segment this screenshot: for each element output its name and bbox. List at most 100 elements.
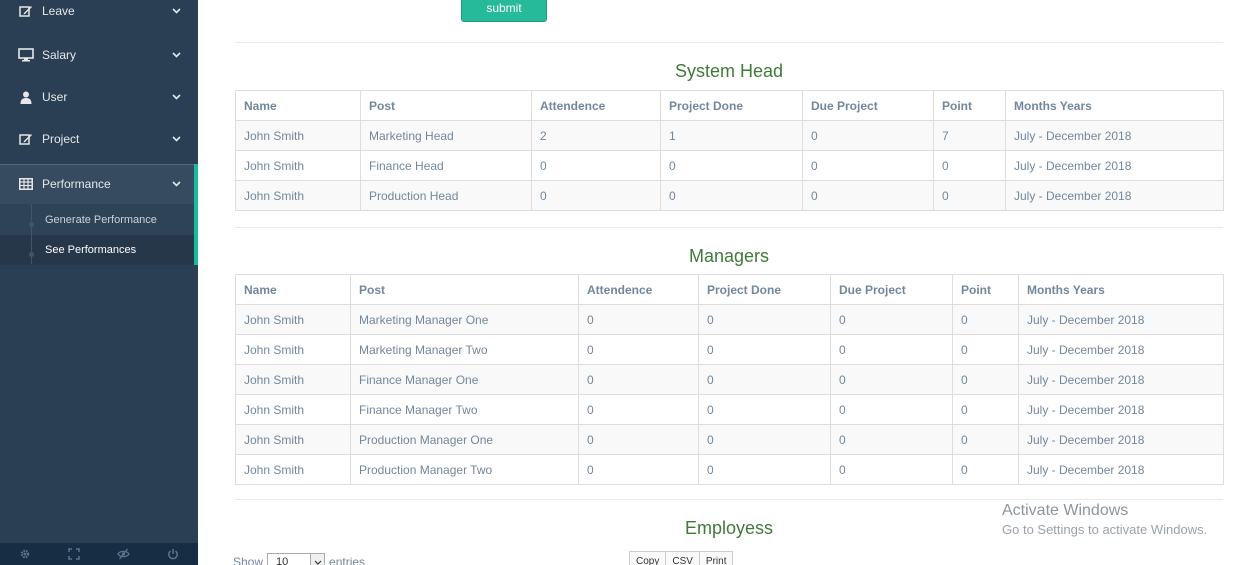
- table-cell: John Smith: [235, 180, 361, 211]
- table-cell: John Smith: [235, 424, 351, 455]
- table-cell: July - December 2018: [1018, 304, 1224, 335]
- sidebar-item-salary[interactable]: Salary: [0, 36, 198, 74]
- section-title-system-head: System Head: [674, 61, 784, 81]
- table-row: John Smith Finance Head 0 0 0 0 July - Decembe…: [235, 150, 1224, 181]
- table-cell: 0: [952, 454, 1019, 485]
- sidebar-item-performance[interactable]: Performance: [0, 164, 198, 204]
- submenu-item-see-performances[interactable]: See Performances: [0, 235, 194, 265]
- chevron-down-icon: [170, 52, 182, 58]
- table-cell: July - December 2018: [1018, 394, 1224, 425]
- entries-select-value: 10: [276, 556, 289, 565]
- print-button[interactable]: Print: [698, 551, 734, 565]
- submenu-dot: [29, 222, 34, 227]
- table-cell: Production Manager Two: [350, 454, 579, 485]
- table-cell: Finance Manager Two: [350, 394, 579, 425]
- table-row: John Smith Production Head 0 0 0 0 July - Dece…: [235, 180, 1224, 211]
- table-cell: John Smith: [235, 304, 351, 335]
- table-cell: John Smith: [235, 150, 361, 181]
- column-header: Post: [360, 90, 532, 121]
- entries-select[interactable]: 10: [267, 553, 326, 565]
- table-cell: 0: [578, 454, 699, 485]
- table-row: John Smith Marketing Manager Two 0 0 0 0 July …: [235, 334, 1224, 365]
- table-cell: 0: [698, 394, 831, 425]
- watermark-subtitle: Go to Settings to activate Windows.: [1002, 522, 1208, 537]
- table-cell: 0: [830, 304, 953, 335]
- table-cell: John Smith: [235, 334, 351, 365]
- table-cell: 0: [952, 334, 1019, 365]
- table-cell: Production Head: [360, 180, 532, 211]
- gear-icon[interactable]: [0, 543, 50, 565]
- table-cell: 0: [802, 120, 934, 151]
- table-cell: 0: [830, 364, 953, 395]
- table-cell: 0: [830, 334, 953, 365]
- column-header: Due Project: [802, 90, 934, 121]
- entries-label: entries: [329, 555, 366, 565]
- table-cell: 0: [933, 180, 1006, 211]
- table-cell: July - December 2018: [1005, 150, 1224, 181]
- table-row: John Smith Production Manager Two 0 0 0 0 July…: [235, 454, 1224, 485]
- table-cell: 0: [952, 364, 1019, 395]
- column-header: Post: [350, 274, 579, 305]
- table-row: John Smith Production Manager One 0 0 0 0 July…: [235, 424, 1224, 455]
- sidebar-item-project[interactable]: Project: [0, 120, 198, 158]
- edit-icon: [16, 4, 36, 18]
- table-cell: July - December 2018: [1018, 454, 1224, 485]
- sidebar-item-label: Salary: [42, 48, 77, 62]
- section-title-managers: Managers: [688, 246, 770, 266]
- table-row: John Smith Finance Manager One 0 0 0 0 July - …: [235, 364, 1224, 395]
- table-cell: 0: [830, 454, 953, 485]
- table-cell: 0: [531, 180, 661, 211]
- table-cell: 0: [802, 150, 934, 181]
- table-cell: July - December 2018: [1005, 120, 1224, 151]
- sidebar-item-leave[interactable]: Leave: [0, 0, 198, 30]
- table-cell: 0: [578, 424, 699, 455]
- submenu-item-generate-performance[interactable]: Generate Performance: [0, 205, 194, 235]
- power-icon[interactable]: [149, 543, 199, 565]
- table-cell: 0: [698, 424, 831, 455]
- submit-button[interactable]: submit: [461, 0, 547, 22]
- managers-table: Name Post Attendence Project Done Due Projec…: [235, 274, 1224, 485]
- table-cell: Marketing Manager One: [350, 304, 579, 335]
- table-cell: Finance Manager One: [350, 364, 579, 395]
- table-row: John Smith Marketing Head 2 1 0 7 July - Decem…: [235, 120, 1224, 151]
- table-cell: July - December 2018: [1018, 424, 1224, 455]
- submenu-item-label: Generate Performance: [45, 214, 157, 226]
- column-header: Months Years: [1005, 90, 1224, 121]
- table-cell: John Smith: [235, 394, 351, 425]
- eye-slash-icon[interactable]: [99, 543, 149, 565]
- divider: [235, 227, 1223, 228]
- table-cell: 0: [698, 454, 831, 485]
- sidebar-item-label: Performance: [42, 177, 111, 191]
- fullscreen-icon[interactable]: [50, 543, 100, 565]
- csv-button[interactable]: CSV: [665, 551, 700, 565]
- column-header: Due Project: [830, 274, 953, 305]
- table-cell: July - December 2018: [1018, 364, 1224, 395]
- divider: [235, 42, 1223, 43]
- table-cell: 0: [578, 334, 699, 365]
- table-cell: July - December 2018: [1005, 180, 1224, 211]
- table-header-row: Name Post Attendence Project Done Due Projec…: [235, 274, 1224, 305]
- sidebar-item-label: User: [42, 90, 68, 104]
- chevron-down-icon: [170, 181, 182, 187]
- export-buttons: Copy CSV Print: [629, 551, 734, 565]
- watermark-title: Activate Windows: [1002, 502, 1129, 519]
- column-header: Attendence: [578, 274, 699, 305]
- table-icon: [16, 178, 36, 190]
- table-cell: Marketing Manager Two: [350, 334, 579, 365]
- submenu-item-label: See Performances: [45, 244, 137, 256]
- table-cell: 0: [531, 150, 661, 181]
- sidebar-item-user[interactable]: User: [0, 78, 198, 116]
- table-cell: 0: [933, 150, 1006, 181]
- table-cell: Marketing Head: [360, 120, 532, 151]
- table-cell: Finance Head: [360, 150, 532, 181]
- table-cell: 0: [578, 364, 699, 395]
- table-cell: John Smith: [235, 120, 361, 151]
- sidebar-item-label: Leave: [42, 4, 75, 18]
- user-icon: [16, 91, 36, 104]
- table-cell: 0: [698, 364, 831, 395]
- column-header: Project Done: [660, 90, 803, 121]
- chevron-down-icon: [170, 136, 182, 142]
- copy-button[interactable]: Copy: [629, 551, 667, 565]
- table-cell: 0: [802, 180, 934, 211]
- table-cell: 0: [830, 394, 953, 425]
